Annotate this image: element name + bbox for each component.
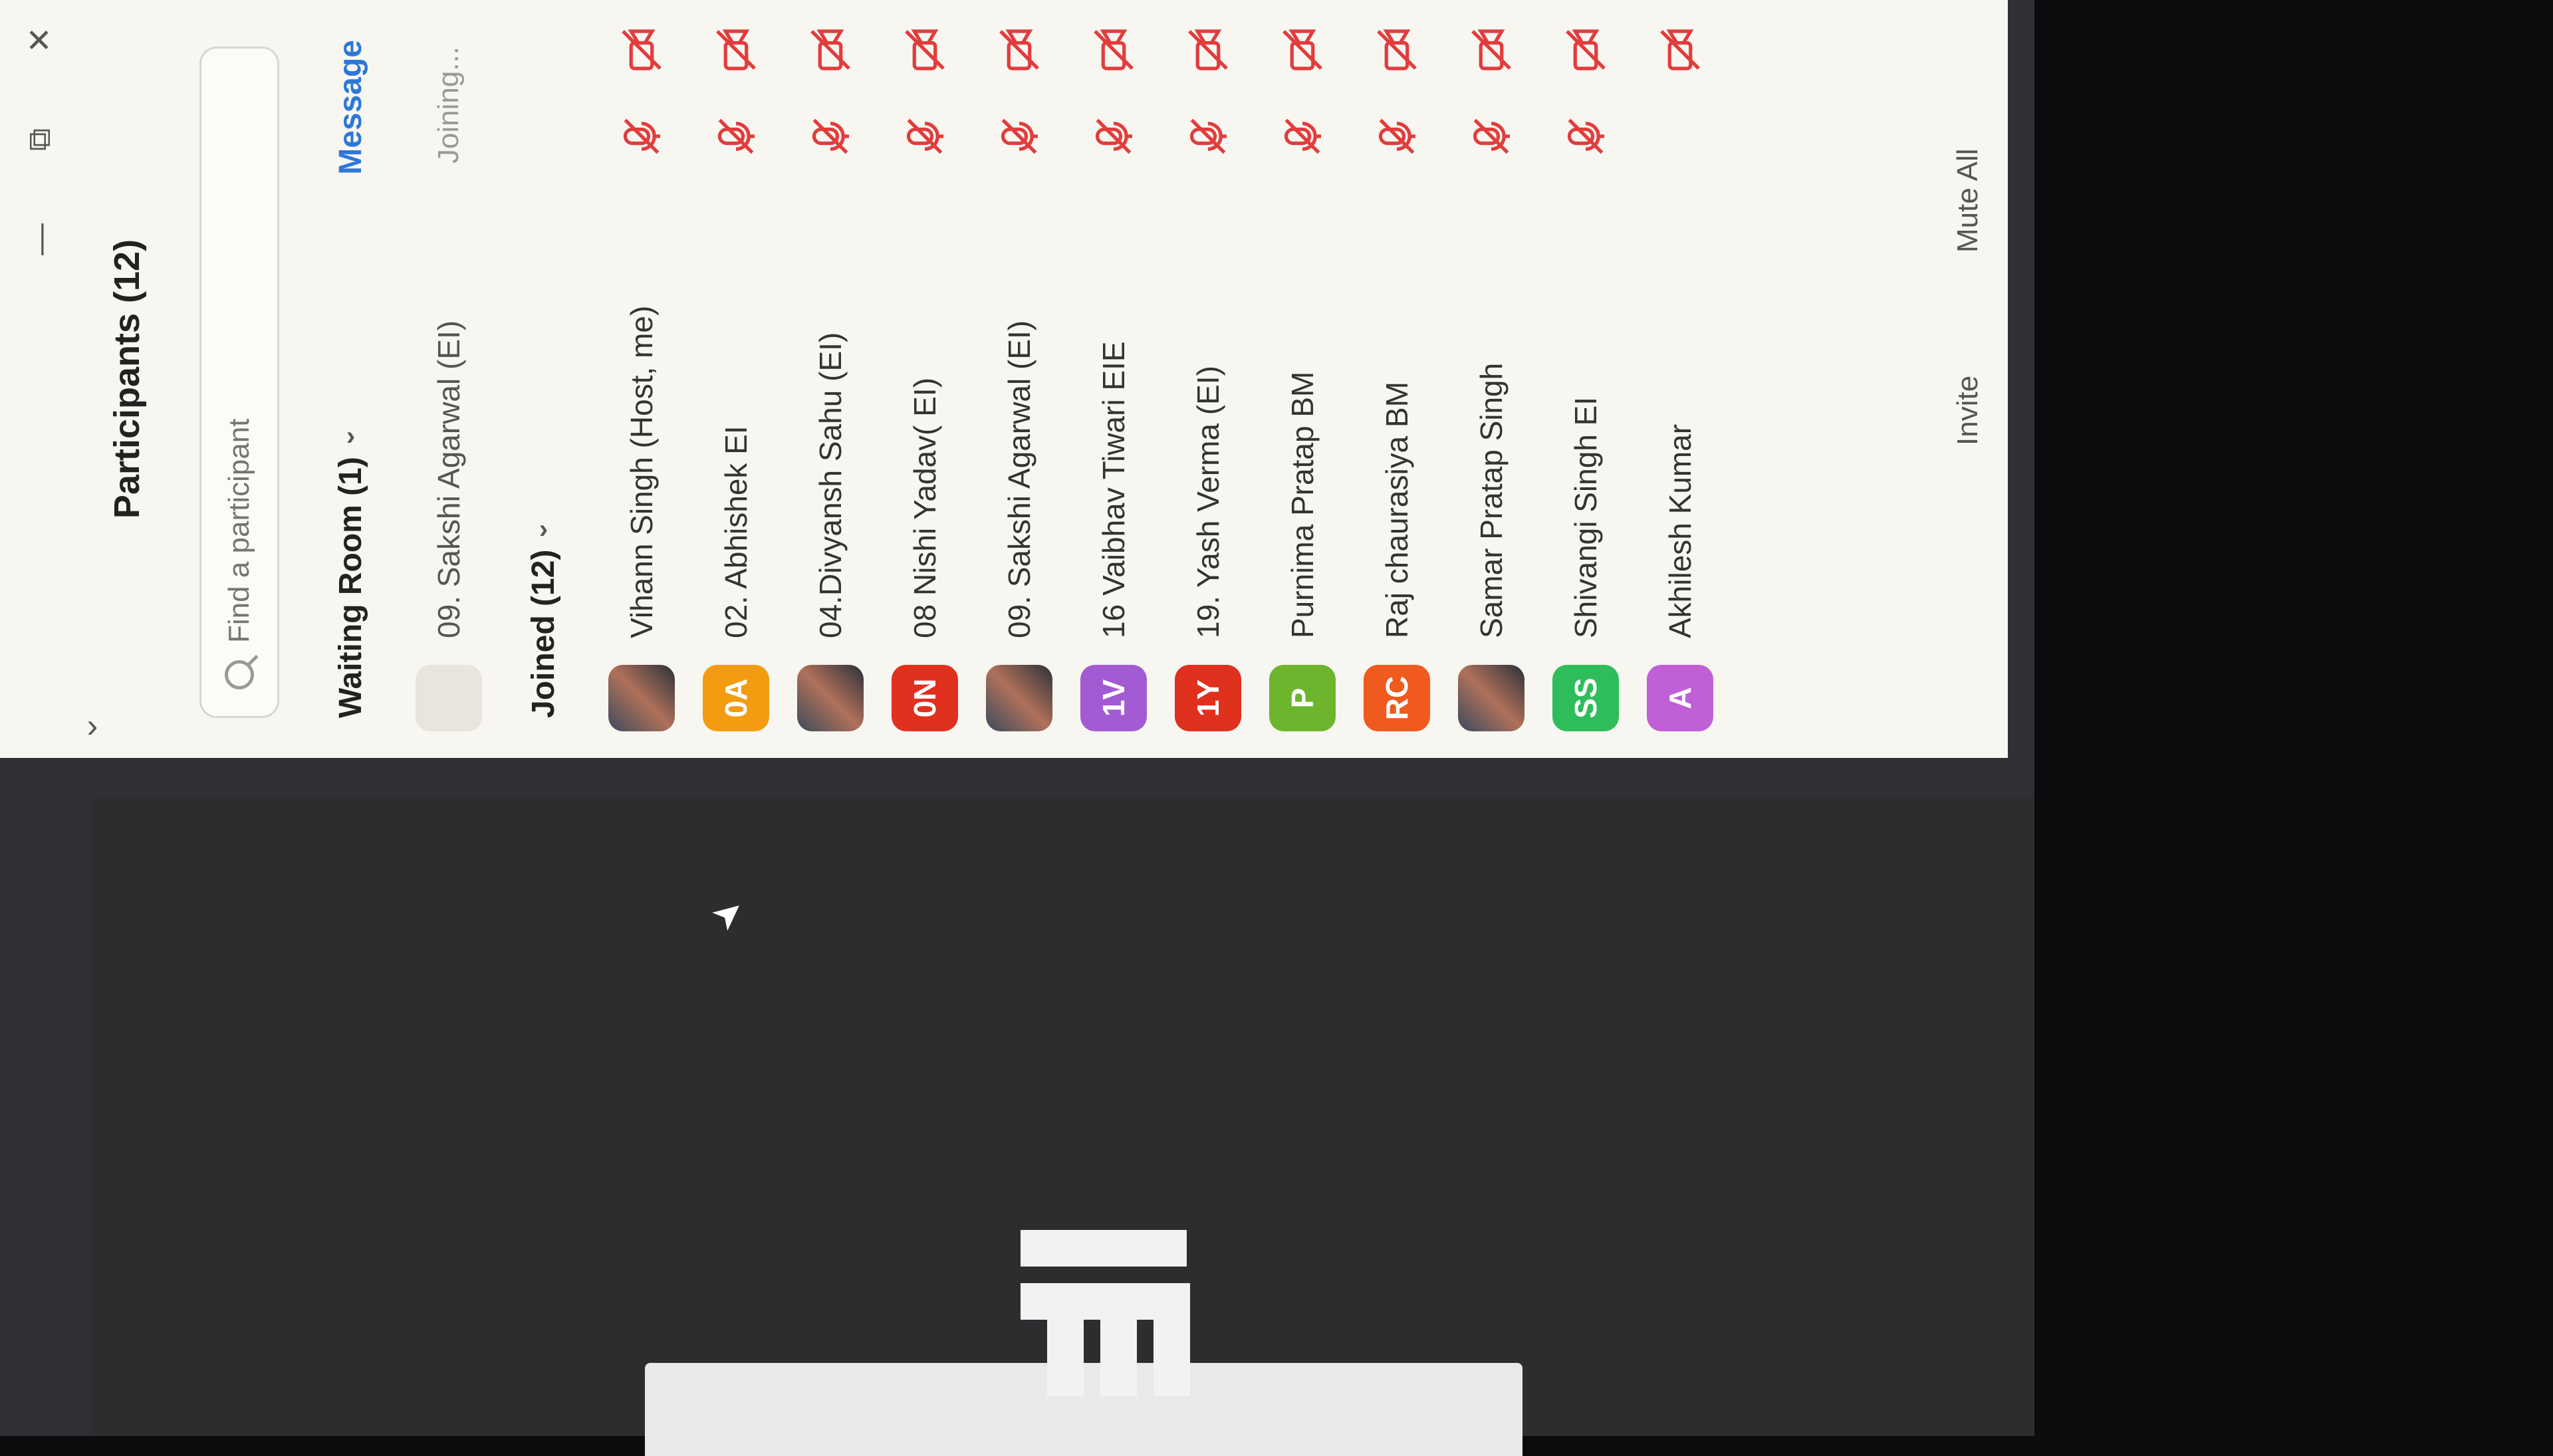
meeting-logo — [1021, 1230, 1213, 1396]
mic-muted-icon[interactable] — [1374, 113, 1420, 160]
avatar: RC — [1364, 665, 1430, 731]
avatar: A — [1647, 665, 1713, 731]
mic-muted-icon[interactable] — [618, 113, 665, 160]
joining-status: Joining... — [432, 47, 465, 164]
participant-row[interactable]: 1V 16 Vaibhav Tiwari EIE — [1070, 27, 1157, 731]
chevron-down-icon: › — [346, 421, 356, 451]
participant-name: 09. Sakshi Agarwal (EI) — [431, 320, 466, 638]
participant-name: Shivangi Singh EI — [1568, 396, 1603, 638]
participant-row[interactable]: SS Shivangi Singh EI — [1542, 27, 1629, 731]
participant-name: 09. Sakshi Agarwal (EI) — [1002, 320, 1036, 638]
mic-muted-icon[interactable] — [1562, 113, 1609, 160]
participant-name: 04.Divyansh Sahu (EI) — [813, 332, 848, 638]
participant-name: Akhilesh Kumar — [1663, 424, 1697, 638]
participant-name: 16 Vaibhav Tiwari EIE — [1096, 341, 1131, 638]
message-button[interactable]: Message — [332, 40, 369, 175]
search-input[interactable] — [222, 110, 257, 644]
video-off-icon[interactable] — [1374, 27, 1420, 73]
participant-row[interactable]: Vihann Singh (Host, me) — [598, 27, 685, 731]
avatar: 1V — [1080, 665, 1147, 731]
avatar — [416, 665, 482, 731]
video-off-icon[interactable] — [902, 27, 948, 73]
video-off-icon[interactable] — [618, 27, 665, 73]
video-off-icon[interactable] — [1090, 27, 1137, 73]
participant-name: 02. Abhishek EI — [719, 425, 753, 638]
avatar: SS — [1552, 665, 1619, 731]
chevron-down-icon: › — [539, 514, 548, 544]
participant-row[interactable]: 0A 02. Abhishek EI — [693, 27, 779, 731]
participant-name: 08 Nishi Yadav( EI) — [908, 377, 942, 638]
waiting-room-label: Waiting Room (1) — [333, 457, 368, 718]
video-off-icon[interactable] — [1185, 27, 1231, 73]
minimize-icon[interactable]: — — [20, 219, 60, 259]
joined-label: Joined (12) — [526, 549, 561, 718]
mic-muted-icon[interactable] — [713, 113, 759, 160]
video-off-icon[interactable] — [1468, 27, 1515, 73]
mic-muted-icon[interactable] — [1279, 113, 1326, 160]
video-off-icon[interactable] — [713, 27, 759, 73]
participant-row[interactable]: Samar Pratap Singh — [1448, 27, 1534, 731]
participant-row[interactable]: 1Y 19. Yash Verma (EI) — [1165, 27, 1251, 731]
participant-name: Vihann Singh (Host, me) — [624, 305, 659, 638]
avatar: P — [1269, 665, 1336, 731]
participant-row[interactable]: 04.Divyansh Sahu (EI) — [787, 27, 874, 731]
avatar — [797, 665, 864, 731]
video-off-icon[interactable] — [996, 27, 1042, 73]
avatar: 1Y — [1175, 665, 1241, 731]
participant-row[interactable]: 09. Sakshi Agarwal (EI) — [976, 27, 1062, 731]
waiting-room-header[interactable]: Waiting Room (1) › — [332, 422, 369, 718]
search-icon — [225, 660, 254, 689]
participant-name: Purnima Pratap BM — [1285, 371, 1320, 638]
mic-muted-icon[interactable] — [996, 113, 1042, 160]
participants-panel: — ⧉ ✕ › Participants (12) Waiting Room (… — [0, 0, 2008, 758]
mic-muted-icon[interactable] — [1468, 113, 1515, 160]
avatar — [986, 665, 1052, 731]
avatar: 0N — [892, 665, 958, 731]
video-off-icon[interactable] — [1562, 27, 1609, 73]
popout-icon[interactable]: ⧉ — [20, 120, 60, 160]
video-off-icon[interactable] — [1279, 27, 1326, 73]
window-controls: — ⧉ ✕ — [0, 20, 80, 259]
mic-muted-icon[interactable] — [902, 113, 948, 160]
video-off-icon[interactable] — [807, 27, 854, 73]
invite-button[interactable]: Invite — [1951, 376, 1985, 445]
search-box[interactable] — [199, 47, 279, 718]
participant-row[interactable]: A Akhilesh Kumar — [1637, 27, 1723, 731]
mic-muted-icon[interactable] — [1090, 113, 1137, 160]
avatar — [1458, 665, 1524, 731]
mic-muted-icon[interactable] — [1185, 113, 1231, 160]
mic-muted-icon[interactable] — [807, 113, 854, 160]
collapse-chevron-icon[interactable]: › — [87, 707, 98, 745]
avatar — [608, 665, 675, 731]
joined-header[interactable]: Joined (12) › — [525, 514, 562, 718]
participant-row[interactable]: 0N 08 Nishi Yadav( EI) — [882, 27, 968, 731]
panel-title: Participants (12) — [107, 239, 147, 519]
mute-all-button[interactable]: Mute All — [1951, 148, 1985, 253]
waiting-room-row[interactable]: 09. Sakshi Agarwal (EI) Joining... — [406, 27, 492, 731]
participant-name: Samar Pratap Singh — [1474, 362, 1509, 638]
video-off-icon[interactable] — [1657, 27, 1703, 73]
bottom-bar: Invite Mute All ... — [1928, 0, 2008, 758]
avatar: 0A — [703, 665, 769, 731]
participant-name: Raj chaurasiya BM — [1380, 381, 1414, 638]
close-icon[interactable]: ✕ — [20, 20, 60, 60]
participant-name: 19. Yash Verma (EI) — [1191, 366, 1225, 638]
participant-row[interactable]: RC Raj chaurasiya BM — [1354, 27, 1440, 731]
participant-row[interactable]: P Purnima Pratap BM — [1259, 27, 1346, 731]
